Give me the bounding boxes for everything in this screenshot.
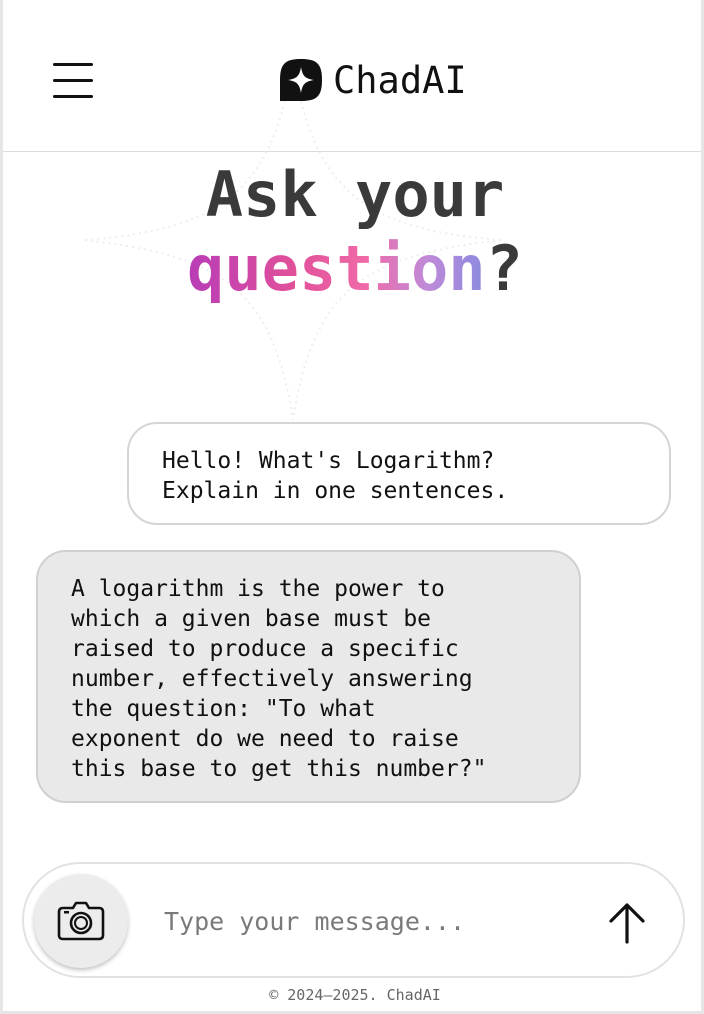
- send-arrow-up-icon[interactable]: [604, 900, 650, 946]
- brand-name: ChadAI: [333, 58, 467, 102]
- hero-highlight: question: [187, 232, 486, 305]
- assistant-message-bubble: A logarithm is the power to which a give…: [36, 550, 581, 803]
- message-composer: [22, 862, 685, 978]
- footer-copyright: © 2024–2025. ChadAI: [269, 986, 441, 1004]
- brand[interactable]: ChadAI: [279, 57, 467, 103]
- hero-title: Ask your question?: [3, 158, 701, 306]
- hamburger-menu-icon[interactable]: [53, 61, 95, 101]
- hero-line-2: question?: [3, 232, 701, 306]
- sparkle-star-logo-icon: [280, 59, 322, 101]
- user-message-bubble: Hello! What's Logarithm? Explain in one …: [127, 422, 671, 525]
- message-input[interactable]: [164, 899, 574, 943]
- camera-icon: [57, 901, 105, 941]
- camera-button[interactable]: [34, 874, 128, 968]
- hero-suffix: ?: [485, 232, 523, 305]
- app-frame: ChadAI Ask your question? Hello! What's …: [0, 0, 704, 1014]
- app-header: ChadAI: [3, 0, 701, 152]
- hero-line-1: Ask your: [205, 158, 505, 231]
